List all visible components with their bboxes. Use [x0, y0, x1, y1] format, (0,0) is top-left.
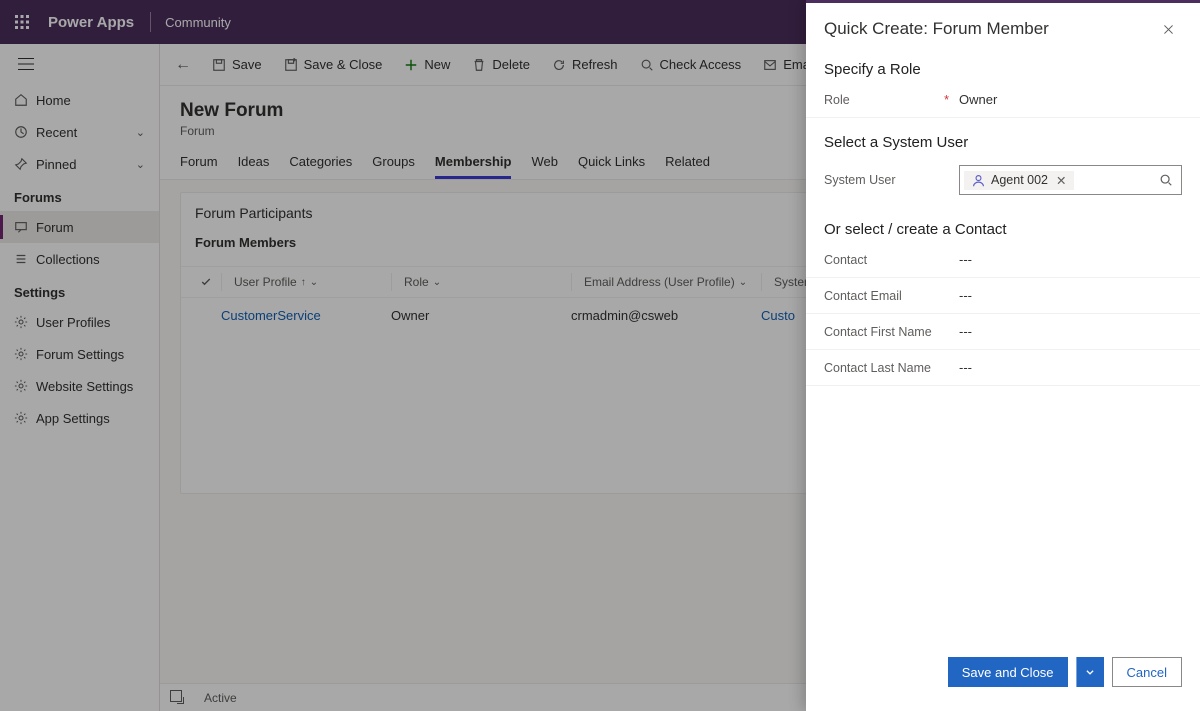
search-icon	[1159, 173, 1173, 187]
close-button[interactable]	[1154, 15, 1182, 43]
save-and-close-button[interactable]: Save and Close	[948, 657, 1068, 687]
role-value: Owner	[959, 92, 1182, 107]
field-contact-first[interactable]: Contact First Name ---	[806, 314, 1200, 350]
contact-last-label: Contact Last Name	[824, 361, 959, 375]
field-contact-last[interactable]: Contact Last Name ---	[806, 350, 1200, 386]
system-user-lookup[interactable]: Agent 002 ✕	[959, 165, 1182, 195]
field-role[interactable]: Role * Owner	[806, 82, 1200, 118]
chip-remove-icon[interactable]: ✕	[1056, 173, 1066, 188]
quick-create-panel: Quick Create: Forum Member Specify a Rol…	[806, 0, 1200, 711]
field-contact-email[interactable]: Contact Email ---	[806, 278, 1200, 314]
contact-email-value: ---	[959, 288, 1182, 303]
contact-first-value: ---	[959, 324, 1182, 339]
chevron-down-icon	[1085, 667, 1095, 677]
cancel-button[interactable]: Cancel	[1112, 657, 1182, 687]
field-contact[interactable]: Contact ---	[806, 242, 1200, 278]
contact-email-label: Contact Email	[824, 289, 959, 303]
section-role: Specify a Role	[806, 45, 1200, 82]
field-system-user: System User Agent 002 ✕	[806, 155, 1200, 205]
required-indicator: *	[944, 93, 949, 107]
save-split-button[interactable]	[1076, 657, 1104, 687]
section-contact: Or select / create a Contact	[806, 205, 1200, 242]
contact-label: Contact	[824, 253, 959, 267]
contact-first-label: Contact First Name	[824, 325, 959, 339]
lookup-chip[interactable]: Agent 002 ✕	[964, 171, 1074, 190]
person-icon	[972, 174, 985, 187]
chip-label: Agent 002	[991, 173, 1048, 187]
contact-last-value: ---	[959, 360, 1182, 375]
lookup-search-button[interactable]	[1155, 173, 1177, 187]
system-user-label: System User	[824, 173, 896, 187]
flyout-title: Quick Create: Forum Member	[824, 19, 1049, 39]
section-system-user: Select a System User	[806, 118, 1200, 155]
role-label: Role	[824, 93, 850, 107]
contact-value: ---	[959, 252, 1182, 267]
close-icon	[1162, 23, 1175, 36]
flyout-footer: Save and Close Cancel	[806, 643, 1200, 711]
